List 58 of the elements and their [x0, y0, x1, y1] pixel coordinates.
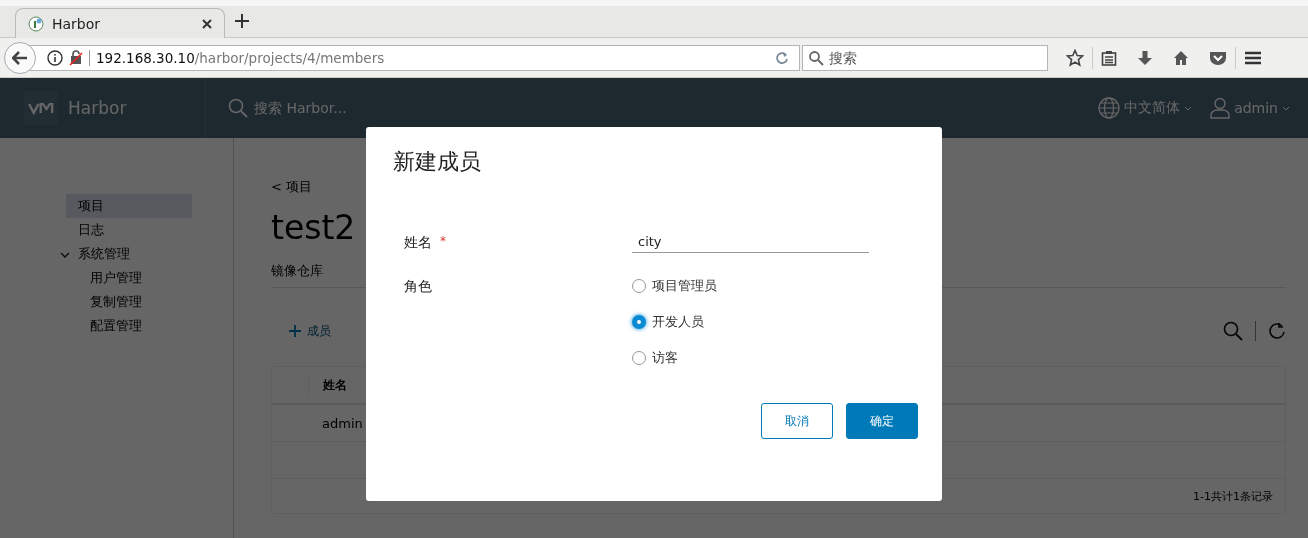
- chevron-icon[interactable]: [60, 252, 70, 258]
- url-text: 192.168.30.10/harbor/projects/4/members: [89, 49, 385, 66]
- plus-icon: [289, 325, 301, 337]
- language-menu[interactable]: 中文简体: [1098, 97, 1193, 119]
- star-icon[interactable]: [1066, 48, 1084, 67]
- sidebar-item[interactable]: 用户管理: [90, 266, 142, 290]
- radio-label[interactable]: 开发人员: [652, 313, 704, 331]
- new-tab-icon[interactable]: [235, 14, 249, 28]
- sidebar-item[interactable]: 项目: [66, 194, 192, 218]
- caret-icon: [1282, 105, 1290, 111]
- info-icon[interactable]: [47, 49, 63, 66]
- project-name: test2: [271, 208, 356, 247]
- confirm-button[interactable]: 确定: [846, 403, 918, 439]
- search-icon: [228, 98, 248, 118]
- record-count: 1-1共计1条记录: [1193, 488, 1273, 504]
- download-icon[interactable]: [1137, 49, 1153, 66]
- table-cell: admin: [322, 415, 363, 431]
- browser-tab[interactable]: Harbor: [15, 8, 225, 38]
- radio-button[interactable]: [632, 315, 646, 329]
- radio-label[interactable]: 项目管理员: [652, 277, 717, 295]
- search-field[interactable]: 搜索: [802, 44, 1048, 71]
- site-icon: [28, 15, 44, 32]
- dialog-title: 新建成员: [393, 148, 482, 176]
- close-icon[interactable]: [202, 18, 212, 29]
- back-link[interactable]: < 项目: [271, 178, 313, 196]
- menu-icon[interactable]: [1244, 50, 1262, 65]
- column-header[interactable]: 姓名: [323, 376, 347, 394]
- back-arrow-icon: [12, 50, 28, 65]
- sidebar-item[interactable]: 系统管理: [78, 242, 130, 266]
- required-mark: *: [440, 234, 446, 250]
- sidebar-item[interactable]: 复制管理: [90, 290, 142, 314]
- user-icon: [1210, 97, 1231, 119]
- sidebar-item[interactable]: 配置管理: [90, 314, 142, 338]
- search-icon: [808, 49, 824, 66]
- sidebar-item[interactable]: 日志: [78, 218, 104, 242]
- add-member-button[interactable]: 成员: [289, 322, 331, 340]
- clipboard-icon[interactable]: [1101, 49, 1117, 66]
- vm-logo-icon: [28, 101, 54, 115]
- user-menu[interactable]: admin: [1210, 97, 1290, 119]
- radio-button[interactable]: [632, 351, 646, 365]
- radio-label[interactable]: 访客: [652, 349, 678, 367]
- tab[interactable]: 镜像仓库: [271, 255, 323, 289]
- caret-icon: [1184, 105, 1193, 111]
- search-icon[interactable]: [1223, 321, 1243, 341]
- back-button[interactable]: [4, 41, 36, 74]
- field-label: 姓名: [404, 234, 432, 252]
- brand-name[interactable]: Harbor: [68, 98, 127, 118]
- home-icon[interactable]: [1173, 49, 1189, 66]
- refresh-icon[interactable]: [1268, 322, 1286, 340]
- address-bar[interactable]: 192.168.30.10/harbor/projects/4/members: [28, 44, 800, 71]
- reload-icon[interactable]: [775, 50, 789, 65]
- pocket-icon[interactable]: [1209, 49, 1227, 66]
- field-label: 角色: [404, 278, 432, 296]
- radio-button[interactable]: [632, 279, 646, 293]
- search-field[interactable]: 搜索 Harbor...: [252, 99, 396, 117]
- insecure-lock-icon[interactable]: [69, 49, 83, 66]
- globe-icon: [1098, 97, 1121, 119]
- cancel-button[interactable]: 取消: [761, 403, 833, 439]
